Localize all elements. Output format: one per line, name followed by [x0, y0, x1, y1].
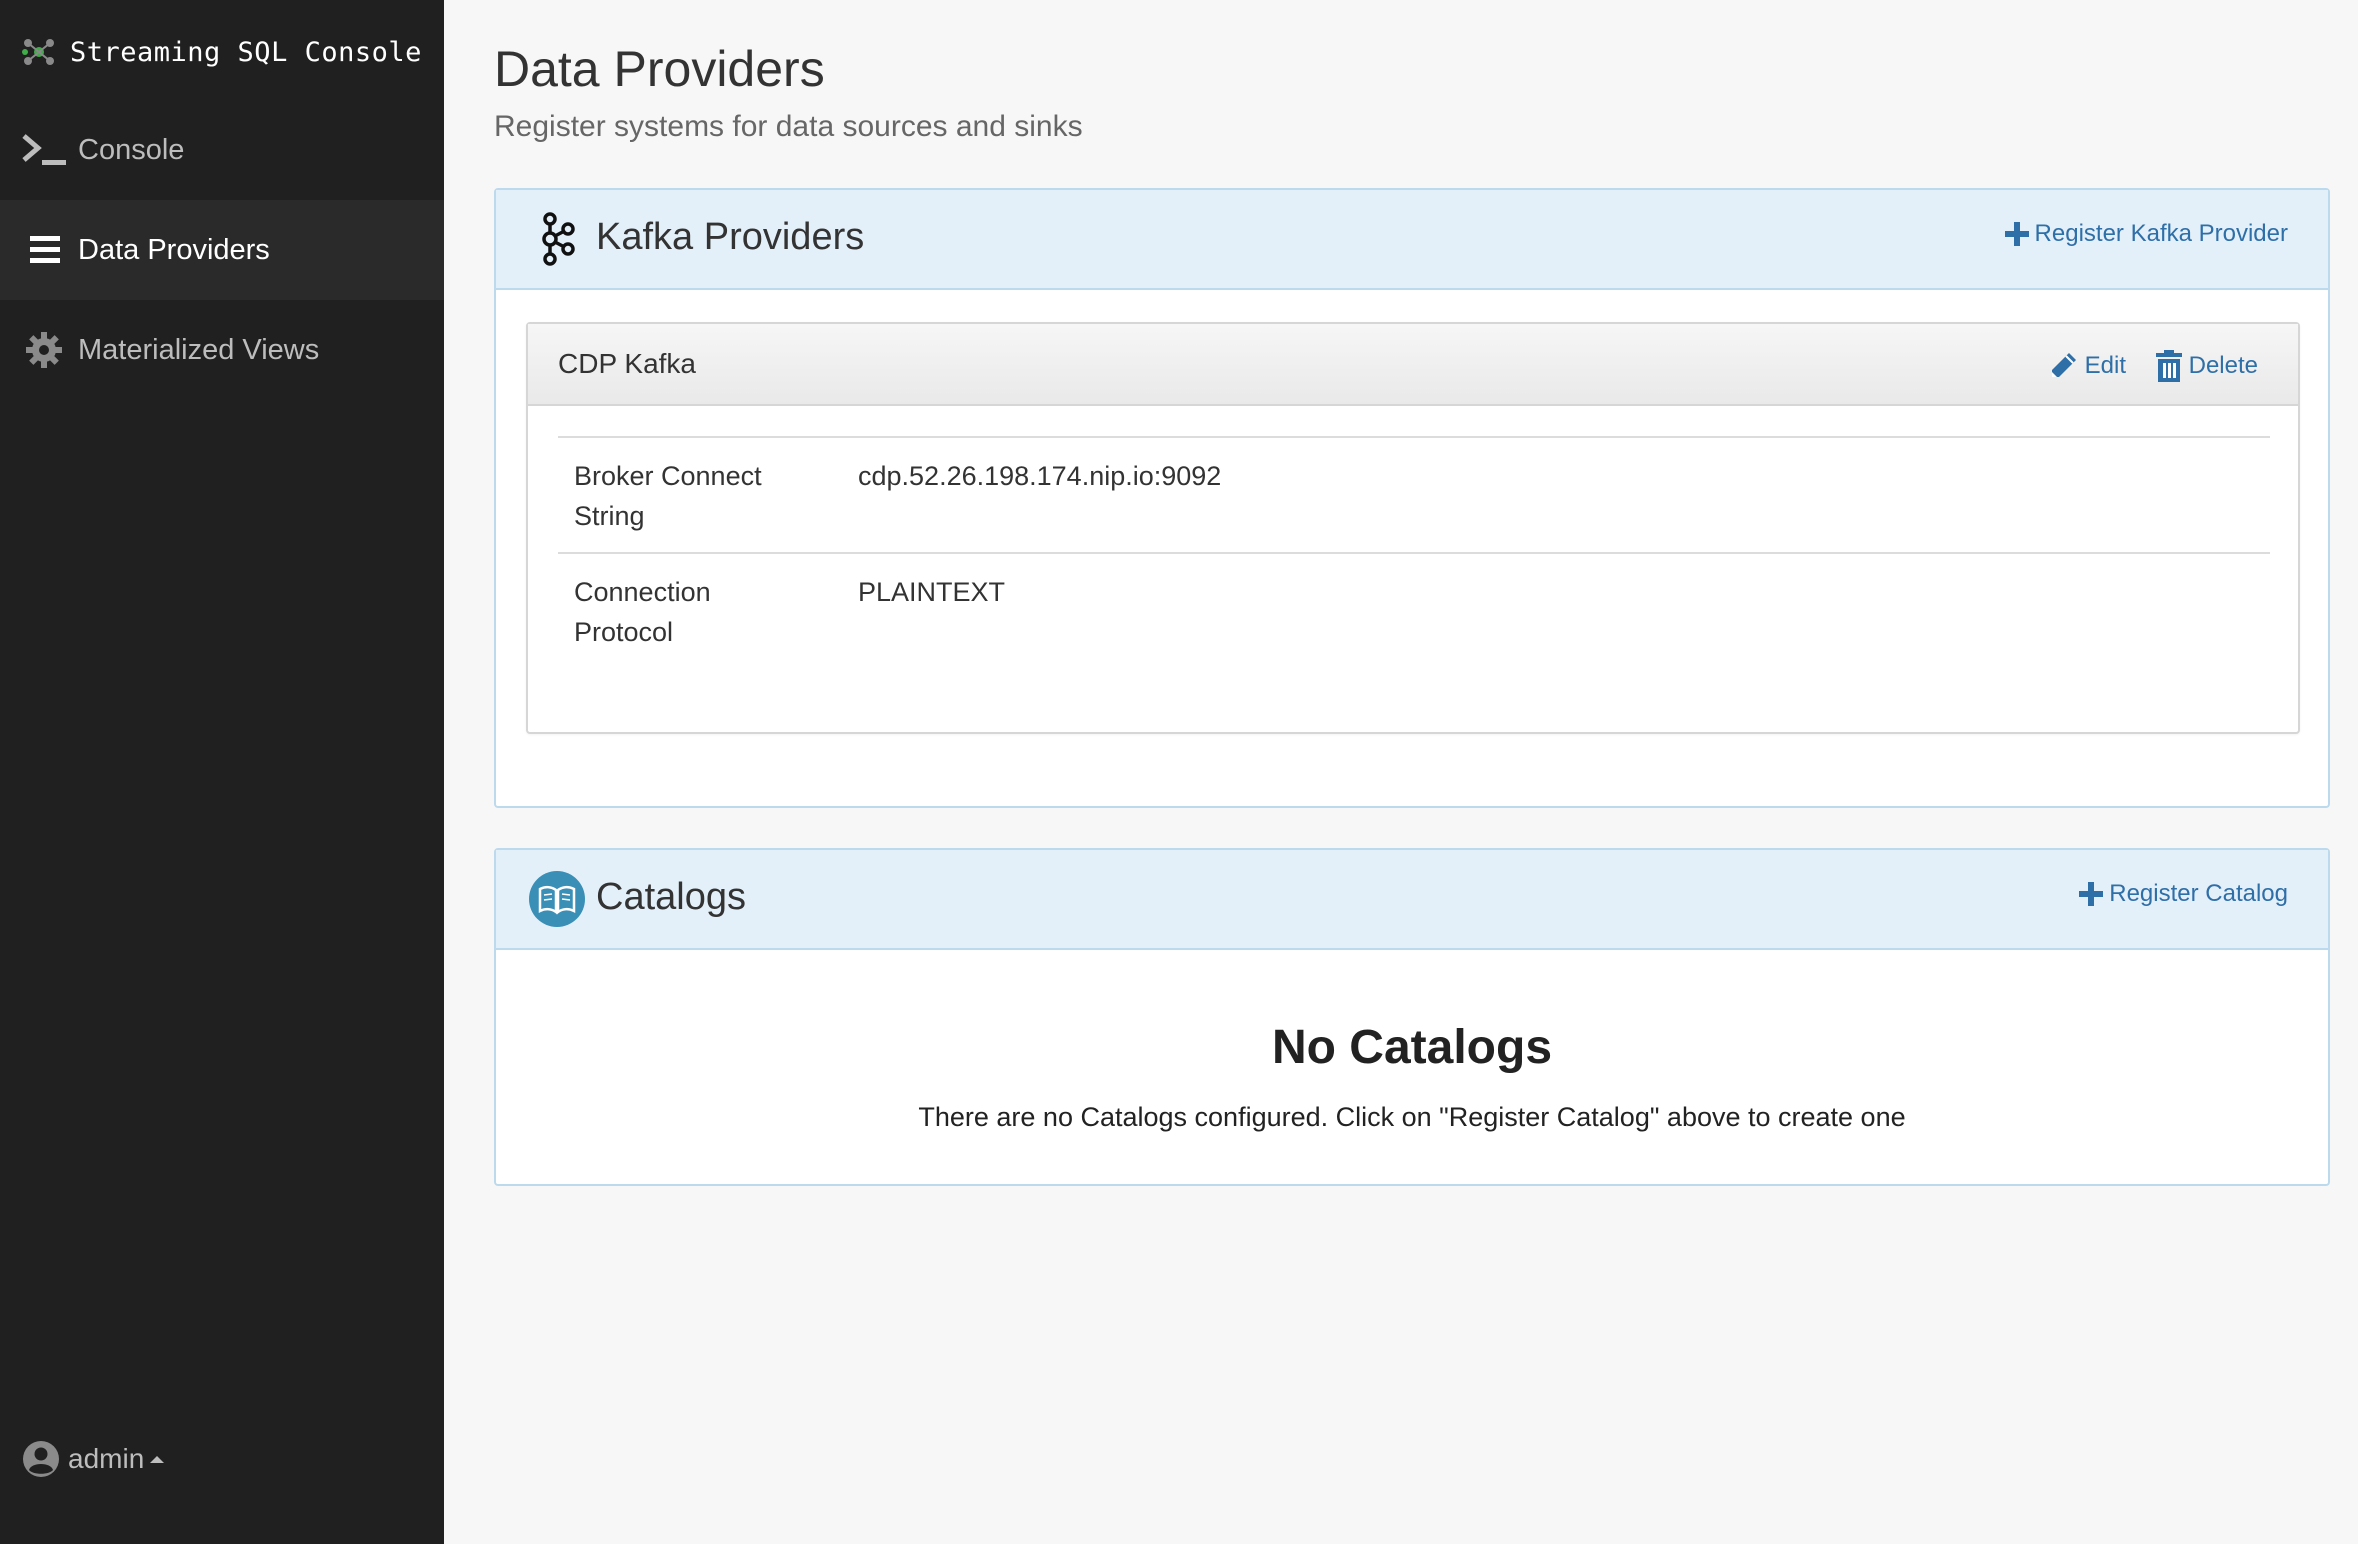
sidebar: Streaming SQL Console Console Data Provi…: [0, 0, 444, 1544]
detail-key: Connection Protocol: [574, 577, 711, 647]
plus-icon: [2004, 222, 2029, 246]
sidebar-item-materialized-views[interactable]: Materialized Views: [0, 300, 444, 400]
terminal-icon: [20, 126, 68, 174]
user-circle-icon: [23, 1441, 59, 1477]
edit-button[interactable]: Edit: [2047, 348, 2126, 384]
book-icon: [529, 871, 585, 927]
caret-up-icon: [150, 1456, 165, 1463]
provider-name: CDP Kafka: [558, 348, 696, 379]
kafka-providers-panel: Kafka Providers Register Kafka Provider …: [494, 188, 2330, 808]
panel-title: Catalogs: [596, 876, 746, 918]
plus-icon: [2079, 882, 2104, 906]
edit-label: Edit: [2084, 352, 2126, 379]
delete-label: Delete: [2188, 352, 2258, 379]
register-kafka-provider-label: Register Kafka Provider: [2034, 220, 2288, 247]
table-row: Broker Connect String cdp.52.26.198.174.…: [558, 436, 2270, 552]
sidebar-item-label: Data Providers: [78, 233, 270, 266]
catalogs-panel: Catalogs Register Catalog No Catalogs Th…: [494, 848, 2330, 1186]
page-subtitle: Register systems for data sources and si…: [494, 110, 1083, 143]
sidebar-item-label: Console: [78, 133, 185, 166]
empty-state-title: No Catalogs: [1271, 1021, 1553, 1074]
brand[interactable]: Streaming SQL Console: [22, 30, 422, 74]
cluster-logo-icon: [22, 39, 54, 65]
empty-state-text: There are no Catalogs configured. Click …: [918, 1102, 1906, 1132]
detail-value: cdp.52.26.198.174.nip.io:9092: [858, 461, 1222, 491]
provider-details-table: Broker Connect String cdp.52.26.198.174.…: [558, 436, 2270, 668]
delete-button[interactable]: Delete: [2155, 348, 2258, 384]
panel-heading: Kafka Providers Register Kafka Provider: [496, 190, 2328, 290]
pencil-icon: [2051, 353, 2076, 377]
register-kafka-provider-button[interactable]: Register Kafka Provider: [2003, 214, 2288, 254]
kafka-icon: [542, 212, 575, 266]
panel-title: Kafka Providers: [596, 216, 865, 258]
table-row: Connection Protocol PLAINTEXT: [558, 552, 2270, 668]
register-catalog-label: Register Catalog: [2109, 880, 2288, 907]
sidebar-item-data-providers[interactable]: Data Providers: [0, 200, 444, 300]
list-icon: [20, 226, 68, 274]
username: admin: [68, 1443, 145, 1474]
sidebar-item-label: Materialized Views: [78, 333, 320, 366]
gear-icon: [20, 326, 68, 374]
register-catalog-button[interactable]: Register Catalog: [2077, 874, 2288, 914]
kafka-provider-card: CDP Kafka Edit Delete Broker Connect Str…: [526, 322, 2300, 734]
detail-value: PLAINTEXT: [858, 577, 1006, 607]
app-title: Streaming SQL Console: [70, 36, 422, 68]
card-header: CDP Kafka Edit Delete: [528, 324, 2298, 406]
user-menu[interactable]: admin: [22, 1437, 165, 1481]
detail-key: Broker Connect String: [574, 461, 762, 531]
panel-heading: Catalogs Register Catalog: [496, 850, 2328, 950]
page-title: Data Providers: [494, 41, 825, 97]
trash-icon: [2155, 350, 2182, 382]
sidebar-item-console[interactable]: Console: [0, 100, 444, 200]
